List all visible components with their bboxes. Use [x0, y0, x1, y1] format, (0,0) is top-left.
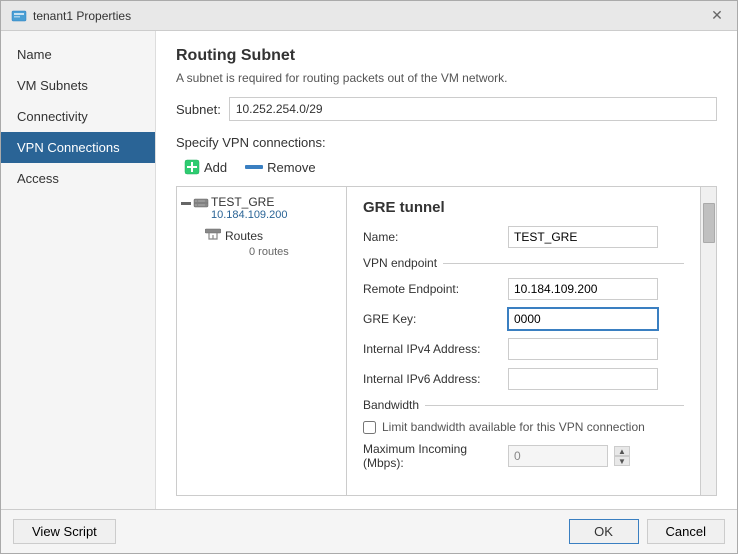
content-area: Name VM Subnets Connectivity VPN Connect…	[1, 31, 737, 509]
detail-panel: GRE tunnel Name: VPN endpoint Remote End…	[347, 187, 700, 495]
vpn-endpoint-label: VPN endpoint	[363, 256, 684, 270]
name-row: Name:	[363, 226, 684, 248]
remote-endpoint-label: Remote Endpoint:	[363, 282, 508, 296]
server-icon	[193, 195, 209, 211]
close-button[interactable]: ✕	[707, 6, 727, 26]
add-label: Add	[204, 160, 227, 175]
window-icon	[11, 8, 27, 24]
sidebar-item-access[interactable]: Access	[1, 163, 155, 194]
vpn-header: Specify VPN connections:	[176, 135, 717, 150]
section-desc: A subnet is required for routing packets…	[176, 71, 717, 85]
sidebar-item-vm-subnets[interactable]: VM Subnets	[1, 70, 155, 101]
spinner-down-button[interactable]: ▼	[614, 456, 630, 466]
properties-window: tenant1 Properties ✕ Name VM Subnets Con…	[0, 0, 738, 554]
scrollbar[interactable]	[700, 187, 716, 495]
subnet-row: Subnet:	[176, 97, 717, 121]
remove-label: Remove	[267, 160, 315, 175]
add-icon	[184, 159, 200, 175]
main-panel: Routing Subnet A subnet is required for …	[156, 31, 737, 509]
limit-bandwidth-row: Limit bandwidth available for this VPN c…	[363, 420, 684, 434]
limit-bandwidth-checkbox[interactable]	[363, 421, 376, 434]
detail-title: GRE tunnel	[363, 199, 684, 216]
max-incoming-row: Maximum Incoming (Mbps): ▲ ▼	[363, 442, 684, 470]
tree-child: Routes 0 routes	[177, 225, 346, 258]
footer-right: OK Cancel	[569, 519, 725, 544]
name-label: Name:	[363, 230, 508, 244]
internal-ipv6-input[interactable]	[508, 368, 658, 390]
tree-child-row[interactable]: Routes	[205, 225, 346, 246]
internal-ipv4-input[interactable]	[508, 338, 658, 360]
remote-endpoint-input[interactable]	[508, 278, 658, 300]
remove-button[interactable]: Remove	[237, 157, 323, 178]
add-button[interactable]: Add	[176, 156, 235, 178]
section-title: Routing Subnet	[176, 47, 717, 65]
tree-node-ip: 10.184.109.200	[211, 209, 287, 221]
subnet-input[interactable]	[229, 97, 717, 121]
internal-ipv6-label: Internal IPv6 Address:	[363, 372, 508, 386]
gre-key-row: GRE Key:	[363, 308, 684, 330]
routes-icon	[205, 227, 221, 244]
vpn-endpoint-divider: VPN endpoint	[363, 256, 684, 270]
spinner-row: ▲ ▼	[508, 445, 630, 467]
tree-node-name: TEST_GRE	[211, 195, 287, 209]
footer: View Script OK Cancel	[1, 509, 737, 553]
spinner-up-button[interactable]: ▲	[614, 446, 630, 456]
max-incoming-label: Maximum Incoming (Mbps):	[363, 442, 508, 470]
spinner-buttons: ▲ ▼	[614, 446, 630, 466]
tree-node-main: ▬ TEST_GRE	[177, 191, 346, 225]
sidebar: Name VM Subnets Connectivity VPN Connect…	[1, 31, 156, 509]
max-incoming-input[interactable]	[508, 445, 608, 467]
sidebar-item-name[interactable]: Name	[1, 39, 155, 70]
internal-ipv4-label: Internal IPv4 Address:	[363, 342, 508, 356]
scrollbar-thumb[interactable]	[703, 203, 715, 243]
sidebar-item-connectivity[interactable]: Connectivity	[1, 101, 155, 132]
ok-button[interactable]: OK	[569, 519, 639, 544]
collapse-button[interactable]: ▬	[181, 195, 191, 208]
gre-key-input[interactable]	[508, 308, 658, 330]
title-bar: tenant1 Properties ✕	[1, 1, 737, 31]
bandwidth-divider: Bandwidth	[363, 398, 684, 412]
remote-endpoint-row: Remote Endpoint:	[363, 278, 684, 300]
split-panel: ▬ TEST_GRE	[176, 186, 717, 496]
view-script-button[interactable]: View Script	[13, 519, 116, 544]
subnet-label: Subnet:	[176, 102, 221, 117]
window-title: tenant1 Properties	[33, 9, 131, 23]
routes-label: Routes	[225, 229, 263, 243]
sidebar-item-vpn-connections[interactable]: VPN Connections	[1, 132, 155, 163]
title-bar-left: tenant1 Properties	[11, 8, 131, 24]
name-input[interactable]	[508, 226, 658, 248]
limit-bandwidth-label: Limit bandwidth available for this VPN c…	[382, 420, 645, 434]
bandwidth-label: Bandwidth	[363, 398, 684, 412]
gre-key-label: GRE Key:	[363, 312, 508, 326]
routes-count: 0 routes	[205, 246, 346, 258]
internal-ipv4-row: Internal IPv4 Address:	[363, 338, 684, 360]
tree-panel: ▬ TEST_GRE	[177, 187, 347, 495]
internal-ipv6-row: Internal IPv6 Address:	[363, 368, 684, 390]
remove-icon	[245, 162, 263, 172]
cancel-button[interactable]: Cancel	[647, 519, 725, 544]
tree-node-info: TEST_GRE 10.184.109.200	[211, 195, 287, 221]
toolbar: Add Remove	[176, 156, 717, 178]
